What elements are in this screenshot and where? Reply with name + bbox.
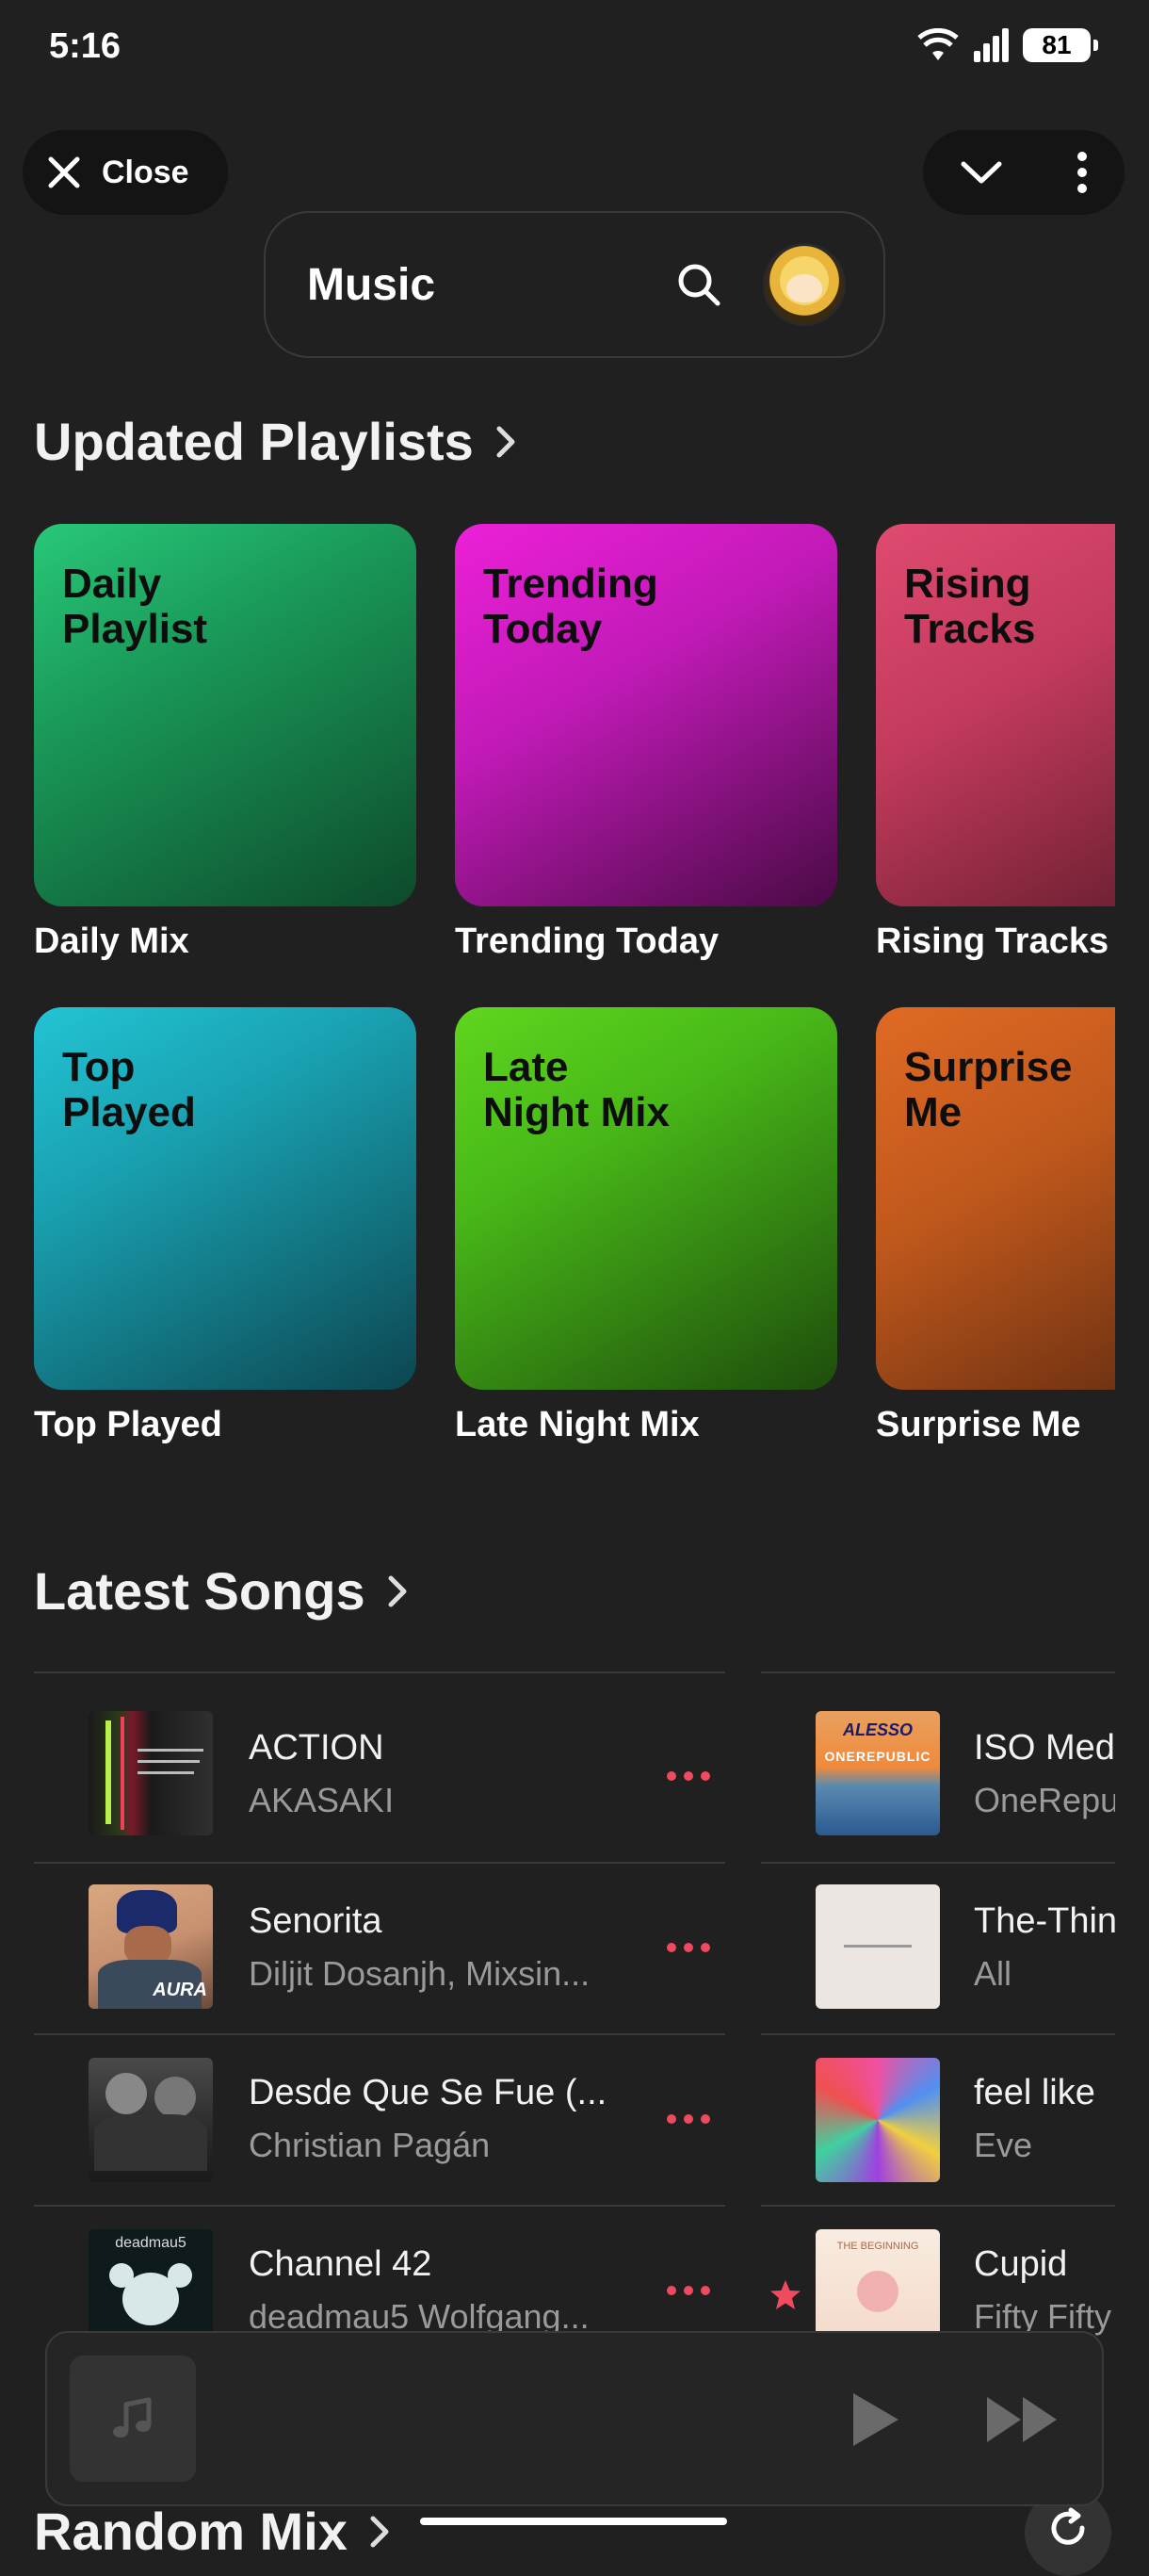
song-artist: AKASAKI [249,1781,395,1819]
playlist-card-top-played[interactable]: Top Played [34,1007,416,1390]
playlist-label[interactable]: Surprise Me [876,1405,1081,1445]
song-title: ISO Medi [974,1728,1115,1768]
section-title: Random Mix [34,2502,348,2555]
art-label: AURA [153,1980,207,2000]
playlist-label[interactable]: Daily Mix [34,921,189,962]
card-cover-text: Trending Today [483,561,658,652]
playlist-label[interactable]: Rising Tracks [876,921,1109,962]
song-title: The-Thin [974,1901,1115,1941]
card-cover-text: Top Played [62,1044,196,1135]
section-title: Latest Songs [34,1561,365,1621]
song-title: ACTION [249,1728,384,1768]
playlist-card-late-night-mix[interactable]: Late Night Mix [455,1007,837,1390]
song-artwork: ALESSO ONEREPUBLIC [816,1711,940,1835]
art-label: ONEREPUBLIC [824,1749,931,1764]
song-artist: OneRepu [974,1781,1115,1819]
fast-forward-icon[interactable] [985,2393,1060,2446]
content-clip: Daily Playlist Daily Mix Trending Today Tr… [0,0,1115,2555]
playlist-card-daily-mix[interactable]: Daily Playlist [34,524,416,906]
song-artist: All [974,1954,1012,1993]
card-cover-text: Surprise Me [904,1044,1073,1135]
art-label: ALESSO [842,1720,913,1739]
card-cover-text: Late Night Mix [483,1044,670,1135]
song-title: Channel 42 [249,2244,432,2284]
chevron-right-icon [388,1575,407,1606]
now-playing-artwork [70,2356,196,2482]
playlist-card-surprise-me[interactable]: Surprise Me [876,1007,1115,1390]
music-note-icon [113,2397,152,2437]
song-artwork [816,2058,940,2182]
home-indicator [420,2518,727,2525]
chevron-right-icon [370,2516,389,2547]
song-title: Cupid [974,2244,1068,2284]
playlist-label[interactable]: Late Night Mix [455,1405,700,1445]
card-cover-text: Rising Tracks [904,561,1036,652]
song-artwork [89,2058,213,2182]
refresh-icon [1051,2507,1085,2545]
more-options-icon[interactable] [667,2286,710,2295]
song-title: feel like [974,2073,1095,2112]
song-title: Senorita [249,1901,382,1941]
song-title: Desde Que Se Fue (... [249,2073,607,2112]
art-label: THE BEGINNING [836,2241,919,2252]
random-mix-header[interactable]: Random Mix [34,2501,391,2555]
song-artist: Eve [974,2126,1033,2164]
mini-player[interactable] [45,2331,1104,2506]
song-artist: Diljit Dosanjh, Mixsin... [249,1954,591,1993]
playlist-label[interactable]: Top Played [34,1405,222,1445]
song-artwork [816,1884,940,2009]
playlist-card-rising-tracks[interactable]: Rising Tracks [876,524,1115,906]
art-label: deadmau5 [115,2235,186,2251]
latest-songs-header[interactable]: Latest Songs [34,1560,409,1622]
more-options-icon[interactable] [667,2114,710,2124]
more-options-icon[interactable] [667,1771,710,1781]
star-icon [770,2280,801,2309]
playlist-label[interactable]: Trending Today [455,921,719,962]
song-artist: Christian Pagán [249,2126,491,2164]
song-artwork: AURA [89,1884,213,2009]
play-icon[interactable] [850,2389,902,2450]
more-options-icon[interactable] [667,1943,710,1952]
song-artwork [89,1711,213,1835]
card-cover-text: Daily Playlist [62,561,208,652]
playlist-card-trending-today[interactable]: Trending Today [455,524,837,906]
